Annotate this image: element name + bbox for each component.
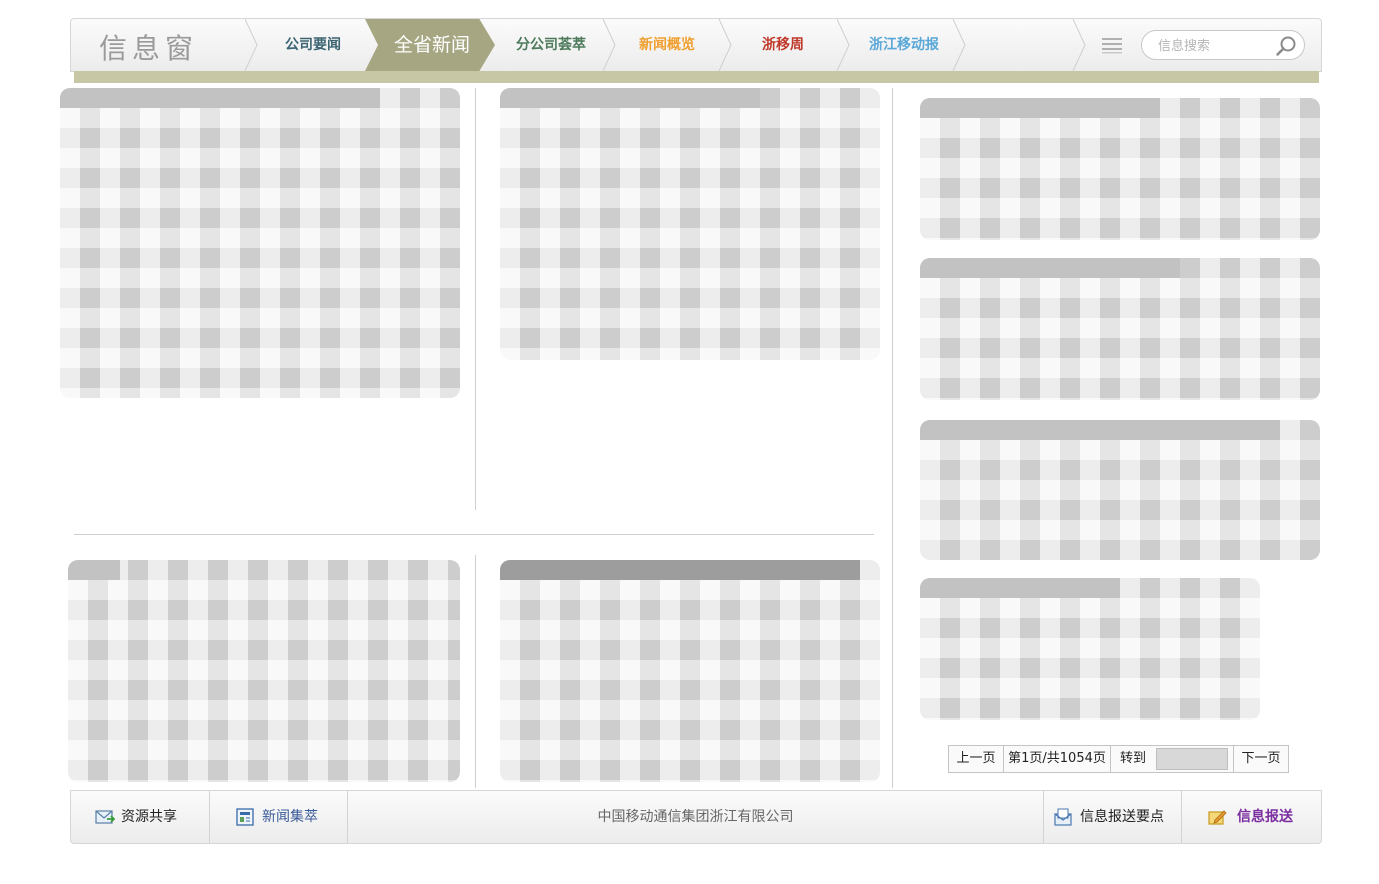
search-input[interactable]: [1158, 36, 1268, 56]
footer-bar: 资源共享 新闻集萃 中国移动通信集团浙江有限公司 信息报送要点 信息报送: [70, 790, 1322, 844]
nav-separator: [601, 19, 617, 71]
news-block-obscured[interactable]: [68, 560, 460, 782]
pagination: 上一页 第1页/共1054页 转到 下一页: [948, 745, 1289, 773]
resource-share-link[interactable]: 资源共享: [95, 791, 209, 843]
resource-share-label: 资源共享: [121, 809, 177, 825]
tab-news-overview[interactable]: 新闻概览: [617, 19, 717, 71]
news-block-obscured[interactable]: [500, 560, 880, 782]
tab-label: 浙江移动报: [869, 37, 939, 53]
tab-label: 新闻概览: [639, 37, 695, 53]
news-block-obscured[interactable]: [500, 88, 880, 360]
search-box: [1141, 30, 1305, 60]
envelope-doc-icon: [1054, 808, 1072, 826]
tab-label: 公司要闻: [285, 37, 341, 53]
news-collection-label: 新闻集萃: [262, 809, 318, 825]
nav-separator: [243, 19, 259, 71]
news-block-obscured[interactable]: [920, 258, 1320, 400]
goto-label: 转到: [1119, 751, 1146, 766]
edit-note-icon: [1208, 810, 1227, 825]
nav-separator: [1071, 19, 1087, 71]
nav-separator: [835, 19, 851, 71]
tab-branch-highlights[interactable]: 分公司荟萃: [495, 19, 607, 71]
tab-zheyi-weekly[interactable]: 浙移周: [733, 19, 833, 71]
report-points-link[interactable]: 信息报送要点: [1053, 791, 1181, 843]
news-block-obscured[interactable]: [920, 420, 1320, 560]
tab-company-news[interactable]: 公司要闻: [261, 19, 365, 71]
next-page-button[interactable]: 下一页: [1234, 746, 1288, 772]
column-divider: [892, 88, 893, 788]
row-divider: [74, 534, 874, 535]
column-divider: [475, 88, 476, 510]
list-view-icon[interactable]: [1101, 36, 1123, 54]
report-label: 信息报送: [1237, 809, 1293, 825]
tab-zhejiang-mobile-paper[interactable]: 浙江移动报: [851, 19, 957, 71]
mail-share-icon: [95, 810, 115, 824]
company-name: 中国移动通信集团浙江有限公司: [597, 809, 794, 825]
report-points-label: 信息报送要点: [1080, 809, 1164, 825]
column-divider: [475, 555, 476, 788]
news-block-obscured[interactable]: [920, 578, 1260, 720]
prev-page-button[interactable]: 上一页: [949, 746, 1003, 772]
header-accent-bar: [74, 71, 1319, 83]
site-logo-text: 信息窗: [99, 32, 199, 65]
page-info: 第1页/共1054页: [1008, 751, 1106, 766]
tab-province-news[interactable]: 全省新闻: [365, 19, 495, 71]
goto-page-input[interactable]: [1156, 748, 1228, 770]
news-collection-link[interactable]: 新闻集萃: [235, 791, 345, 843]
news-block-obscured[interactable]: [60, 88, 460, 398]
newspaper-icon: [236, 808, 254, 826]
tab-label: 分公司荟萃: [516, 37, 586, 53]
nav-separator: [951, 19, 967, 71]
nav-separator: [717, 19, 733, 71]
top-navigation: 信息窗 公司要闻 全省新闻 分公司荟萃 新闻概览 浙移周 浙江移动报 信息搜索: [70, 18, 1322, 72]
tab-label: 浙移周: [762, 37, 804, 53]
report-link[interactable]: 信息报送: [1207, 791, 1317, 843]
news-block-obscured[interactable]: [920, 98, 1320, 240]
search-icon[interactable]: [1274, 34, 1298, 58]
tab-label: 全省新闻: [393, 34, 470, 56]
